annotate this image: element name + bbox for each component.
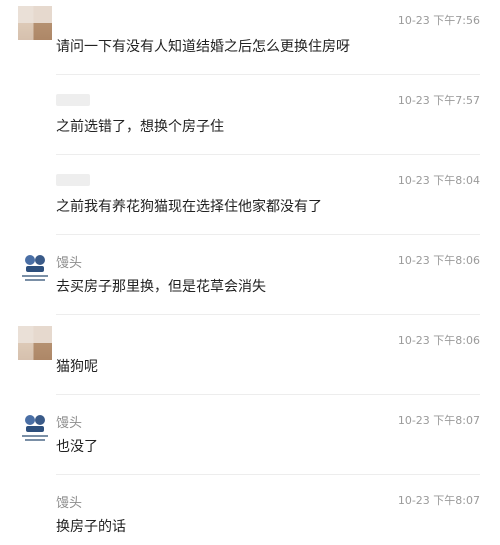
divider xyxy=(56,74,480,75)
cartoon-avatar-icon xyxy=(22,415,48,441)
sender-name: 馒头 xyxy=(56,256,83,271)
avatar[interactable] xyxy=(18,248,52,282)
message-text: 请问一下有没有人知道结婚之后怎么更换住房呀 xyxy=(56,39,350,55)
message-text: 换房子的话 xyxy=(56,519,126,535)
name-placeholder xyxy=(56,94,90,106)
message-text: 之前选错了，想换个房子住 xyxy=(56,119,224,135)
message-text: 猫狗呢 xyxy=(56,359,98,375)
avatar[interactable] xyxy=(18,6,52,40)
message-text: 之前我有养花狗猫现在选择住他家都没有了 xyxy=(56,199,322,215)
message-time: 10-23 下午8:07 xyxy=(397,494,480,507)
cartoon-avatar-icon xyxy=(22,255,48,281)
sender-name: 馒头 xyxy=(56,496,83,511)
divider xyxy=(56,394,480,395)
avatar[interactable] xyxy=(18,326,52,360)
sender-name: 馒头 xyxy=(56,416,83,431)
divider xyxy=(56,474,480,475)
name-placeholder xyxy=(56,174,90,186)
message-text: 也没了 xyxy=(56,439,98,455)
message-time: 10-23 下午8:06 xyxy=(397,334,480,347)
message-time: 10-23 下午8:04 xyxy=(397,174,480,187)
message-time: 10-23 下午7:56 xyxy=(397,14,480,27)
message-time: 10-23 下午8:07 xyxy=(397,414,480,427)
message-text: 去买房子那里换，但是花草会消失 xyxy=(56,279,266,295)
message-time: 10-23 下午7:57 xyxy=(397,94,480,107)
divider xyxy=(56,234,480,235)
avatar[interactable] xyxy=(18,408,52,442)
divider xyxy=(56,154,480,155)
message-time: 10-23 下午8:06 xyxy=(397,254,480,267)
divider xyxy=(56,314,480,315)
